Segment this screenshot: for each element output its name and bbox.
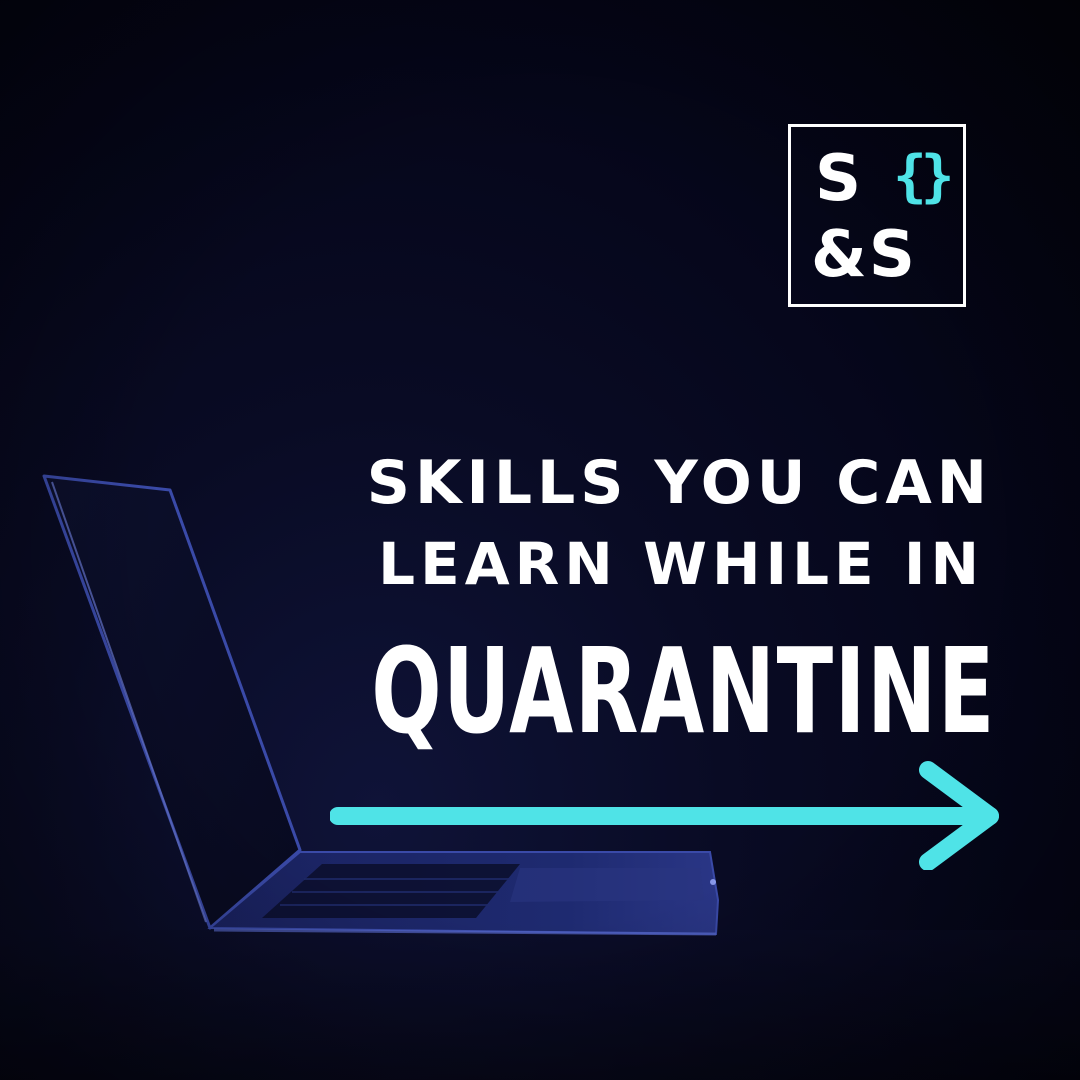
logo-braces-icon: {} [893,144,954,209]
post-canvas: S {} &S SKILLS YOU CAN LEARN WHILE IN QU… [0,0,1080,1080]
headline-line-2: LEARN WHILE IN [378,530,984,598]
headline-line-3: QUARANTINE [371,622,996,760]
arrow-right-icon [330,761,999,870]
logo-letter-s: S [815,142,864,216]
logo-ampersand-s: &S [811,218,917,292]
headline-line-1: SKILLS YOU CAN [366,448,992,518]
brand-logo: S {} &S [788,124,966,307]
